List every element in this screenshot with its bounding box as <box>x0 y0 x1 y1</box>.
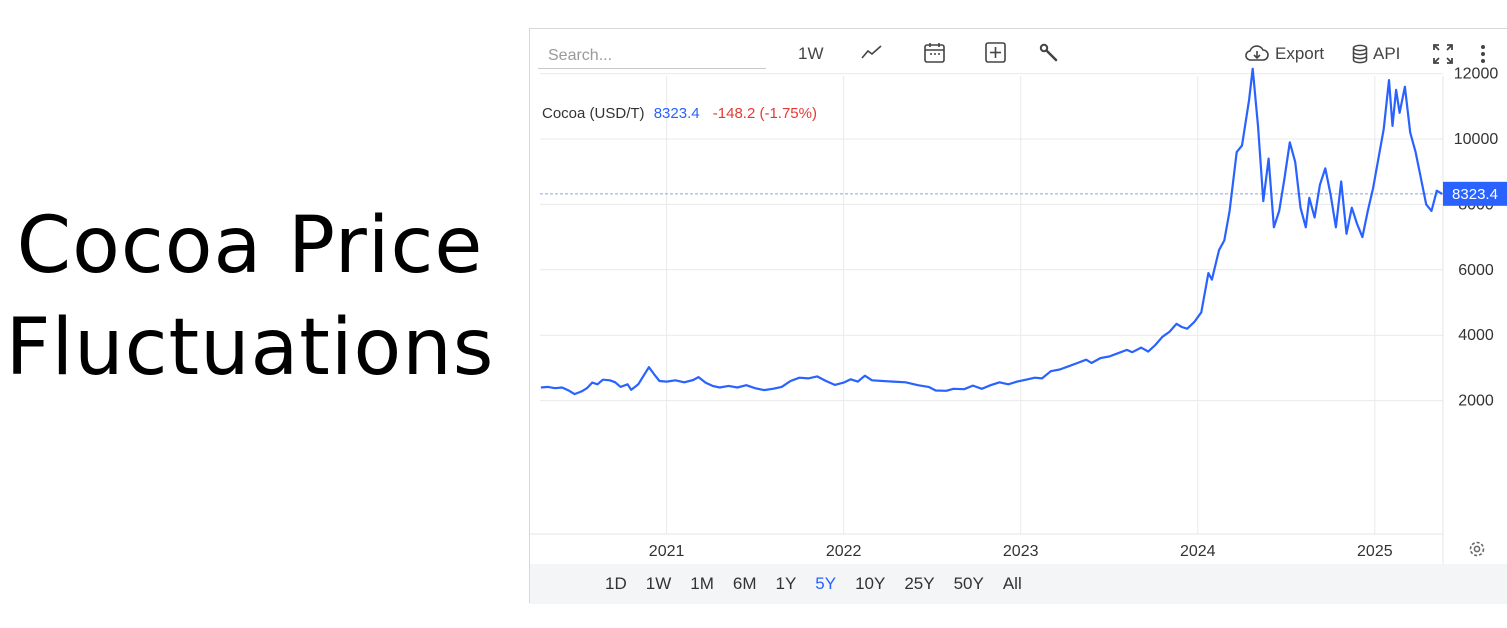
y-tick-label: 12000 <box>1454 66 1499 83</box>
period-50y[interactable]: 50Y <box>954 574 984 594</box>
period-1w[interactable]: 1W <box>646 574 672 594</box>
chart-legend: Cocoa (USD/T) 8323.4 -148.2 (-1.75%) <box>542 105 817 122</box>
headline-line-1: Cocoa Price <box>16 201 484 291</box>
settings-icon[interactable] <box>1469 541 1485 557</box>
legend-change: -148.2 (-1.75%) <box>713 105 817 122</box>
headline-line-2: Fluctuations <box>5 303 495 393</box>
period-25y[interactable]: 25Y <box>904 574 934 594</box>
x-tick-label: 2024 <box>1180 543 1216 560</box>
legend-price: 8323.4 <box>654 105 700 122</box>
period-1d[interactable]: 1D <box>605 574 627 594</box>
y-tick-label: 6000 <box>1458 262 1494 279</box>
chart-widget: Search... 1W Export API 2000400060008000… <box>529 28 1507 604</box>
period-1m[interactable]: 1M <box>690 574 714 594</box>
x-tick-label: 2022 <box>826 543 862 560</box>
y-tick-label: 10000 <box>1454 131 1499 148</box>
last-price-label: 8323.4 <box>1452 186 1498 203</box>
y-tick-label: 4000 <box>1458 327 1494 344</box>
price-chart[interactable]: 20004000600080001000012000 2021202220232… <box>530 29 1507 564</box>
period-all[interactable]: All <box>1003 574 1022 594</box>
y-tick-label: 2000 <box>1458 393 1494 410</box>
period-10y[interactable]: 10Y <box>855 574 885 594</box>
period-5y[interactable]: 5Y <box>815 574 836 594</box>
period-6m[interactable]: 6M <box>733 574 757 594</box>
x-tick-label: 2023 <box>1003 543 1039 560</box>
period-selector: 1D 1W 1M 6M 1Y 5Y 10Y 25Y 50Y All <box>530 564 1507 604</box>
x-tick-label: 2025 <box>1357 543 1393 560</box>
x-tick-label: 2021 <box>649 543 685 560</box>
legend-name: Cocoa (USD/T) <box>542 105 645 122</box>
period-1y[interactable]: 1Y <box>775 574 796 594</box>
headline: Cocoa Price Fluctuations <box>0 195 500 399</box>
